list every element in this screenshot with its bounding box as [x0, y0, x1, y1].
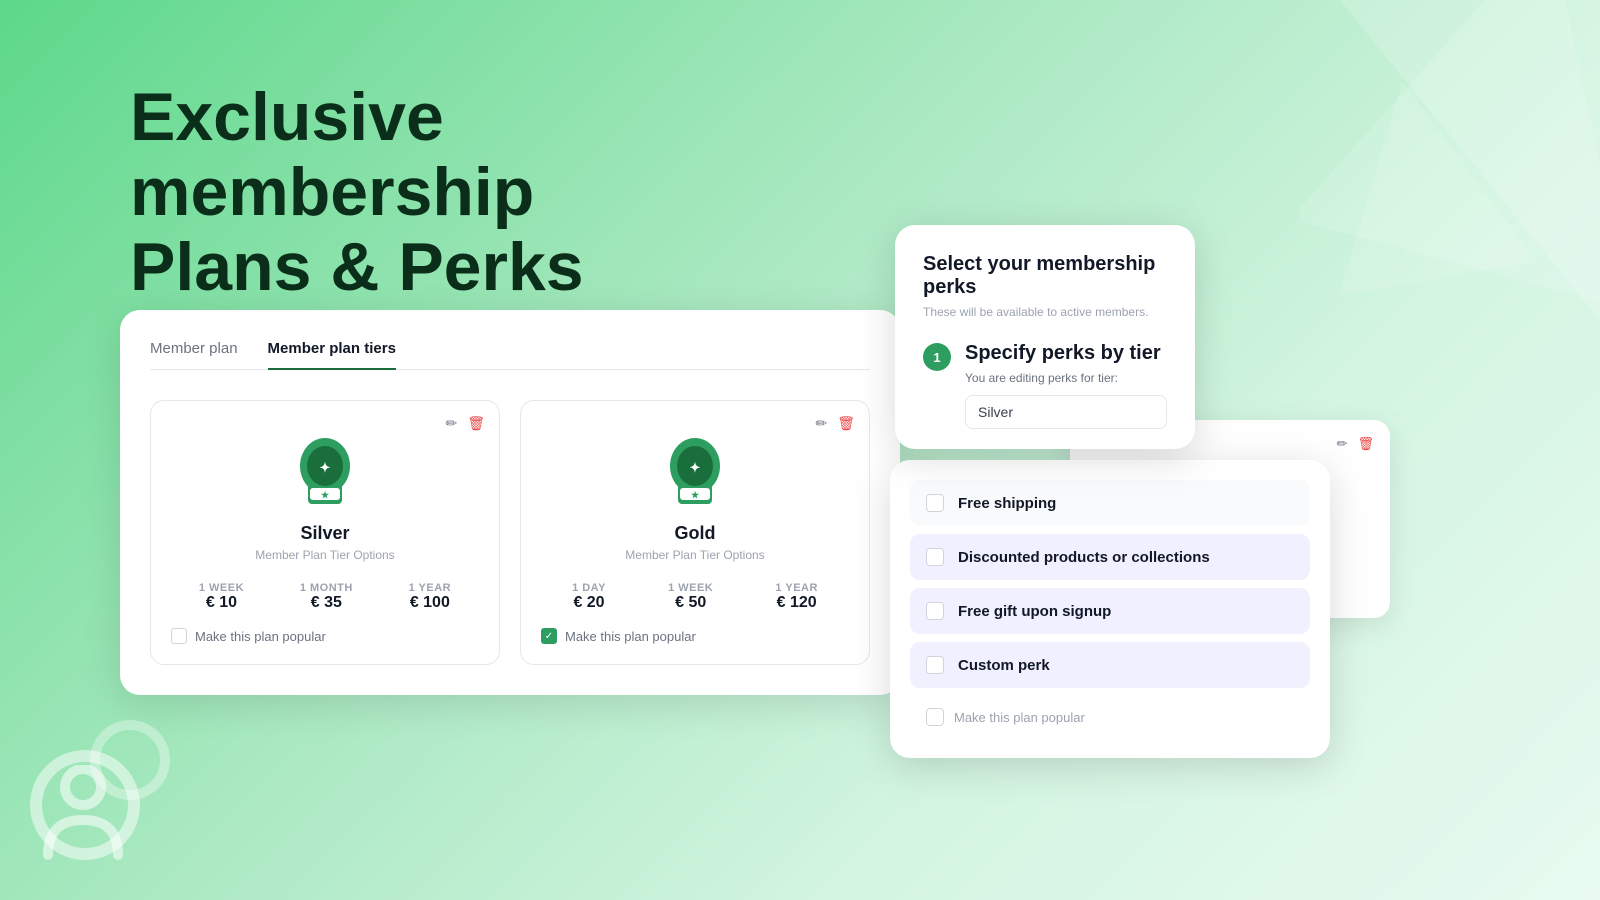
bottom-popular-label: Make this plan popular	[954, 710, 1085, 725]
perks-select-card: Select your membership perks These will …	[895, 225, 1195, 449]
silver-period-2-price: € 35	[300, 594, 353, 612]
free-gift-checkbox[interactable]	[926, 602, 944, 620]
specify-perks-title: Specify perks by tier	[965, 341, 1167, 365]
silver-period-3-price: € 100	[409, 594, 452, 612]
silver-period-1-price: € 10	[199, 594, 244, 612]
gold-period-1-price: € 20	[572, 594, 606, 612]
silver-subtitle: Member Plan Tier Options	[171, 548, 479, 562]
gold-name: Gold	[541, 523, 849, 544]
perk-item-custom[interactable]: Custom perk	[910, 642, 1310, 688]
silver-popular-checkbox[interactable]	[171, 628, 187, 644]
svg-text:★: ★	[321, 490, 330, 500]
silver-period-1-label: 1 WEEK	[199, 582, 244, 594]
step-number: 1	[923, 343, 951, 371]
perk-item-discounted[interactable]: Discounted products or collections	[910, 534, 1310, 580]
gold-period-3-price: € 120	[775, 594, 818, 612]
member-plan-card: Member plan Member plan tiers ✏ 🗑 ★ ✦ Si…	[120, 310, 900, 695]
tab-member-plan[interactable]: Member plan	[150, 340, 238, 369]
discounted-label: Discounted products or collections	[958, 549, 1210, 566]
silver-edit-icon[interactable]: ✏	[445, 415, 457, 432]
perk-item-free-gift[interactable]: Free gift upon signup	[910, 588, 1310, 634]
deco-person	[38, 765, 128, 870]
svg-text:✦: ✦	[320, 460, 331, 475]
bottom-bar[interactable]: Make this plan popular	[910, 696, 1310, 738]
specify-content: Specify perks by tier You are editing pe…	[965, 341, 1167, 429]
gold-period-2-label: 1 WEEK	[668, 582, 713, 594]
custom-perk-checkbox[interactable]	[926, 656, 944, 674]
gold-tier-icon: ★ ✦	[541, 436, 849, 511]
silver-delete-icon[interactable]: 🗑	[467, 415, 485, 432]
silver-period-2-label: 1 MONTH	[300, 582, 353, 594]
gold-actions: ✏ 🗑	[815, 415, 855, 432]
perks-select-subtitle: These will be available to active member…	[923, 305, 1167, 319]
perks-list-card: Free shipping Discounted products or col…	[890, 460, 1330, 758]
silver-popular[interactable]: Make this plan popular	[171, 628, 479, 644]
gold-edit-icon[interactable]: ✏	[815, 415, 827, 432]
silver-name: Silver	[171, 523, 479, 544]
third-plan-delete-icon[interactable]: 🗑	[1357, 436, 1374, 452]
silver-period-3-label: 1 YEAR	[409, 582, 452, 594]
free-shipping-checkbox[interactable]	[926, 494, 944, 512]
gold-delete-icon[interactable]: 🗑	[837, 415, 855, 432]
silver-tier-icon: ★ ✦	[171, 436, 479, 511]
gold-pricing: 1 DAY € 20 1 WEEK € 50 1 YEAR € 120	[541, 582, 849, 612]
custom-perk-label: Custom perk	[958, 657, 1050, 674]
gold-period-3-label: 1 YEAR	[775, 582, 818, 594]
silver-popular-label: Make this plan popular	[195, 629, 326, 644]
gold-period-2-price: € 50	[668, 594, 713, 612]
perks-select-title: Select your membership perks	[923, 253, 1167, 299]
plan-columns: ✏ 🗑 ★ ✦ Silver Member Plan Tier Options …	[150, 400, 870, 665]
tabs: Member plan Member plan tiers	[150, 340, 870, 370]
tier-input[interactable]	[965, 395, 1167, 429]
gold-period-1-label: 1 DAY	[572, 582, 606, 594]
plan-silver: ✏ 🗑 ★ ✦ Silver Member Plan Tier Options …	[150, 400, 500, 665]
bottom-popular-checkbox[interactable]	[926, 708, 944, 726]
third-plan-edit-icon[interactable]: ✏	[1337, 436, 1348, 452]
gold-popular-checkbox[interactable]	[541, 628, 557, 644]
deco-triangle-2	[1320, 80, 1520, 280]
tab-member-plan-tiers[interactable]: Member plan tiers	[268, 340, 396, 369]
gold-popular-label: Make this plan popular	[565, 629, 696, 644]
silver-pricing: 1 WEEK € 10 1 MONTH € 35 1 YEAR € 100	[171, 582, 479, 612]
free-gift-label: Free gift upon signup	[958, 603, 1111, 620]
svg-text:★: ★	[691, 490, 700, 500]
gold-subtitle: Member Plan Tier Options	[541, 548, 849, 562]
plan-gold: ✏ 🗑 ★ ✦ Gold Member Plan Tier Options 1 …	[520, 400, 870, 665]
page-title: Exclusive membership Plans & Perks	[130, 80, 650, 304]
discounted-checkbox[interactable]	[926, 548, 944, 566]
svg-text:✦: ✦	[690, 460, 701, 475]
gold-popular[interactable]: Make this plan popular	[541, 628, 849, 644]
specify-perks-item: 1 Specify perks by tier You are editing …	[923, 341, 1167, 429]
perk-item-free-shipping[interactable]: Free shipping	[910, 480, 1310, 526]
free-shipping-label: Free shipping	[958, 495, 1056, 512]
silver-actions: ✏ 🗑	[445, 415, 485, 432]
specify-perks-desc: You are editing perks for tier:	[965, 371, 1167, 385]
